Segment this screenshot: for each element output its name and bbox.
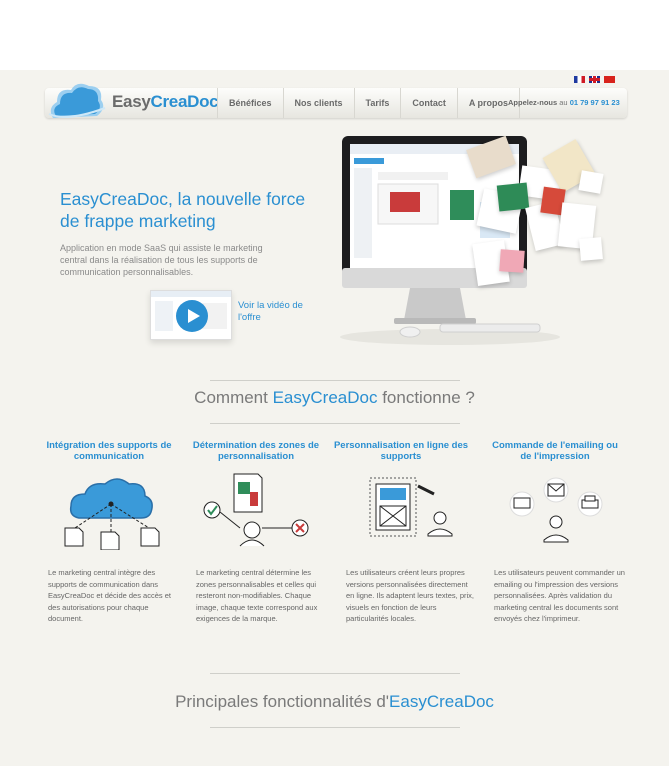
step-1-text: Le marketing central intègre des support… (48, 568, 171, 623)
nav-item-tarifs[interactable]: Tarifs (353, 88, 401, 118)
step-1-title: Intégration des supports de communicatio… (46, 440, 172, 462)
hero-title: EasyCreaDoc, la nouvelle force de frappe… (60, 189, 306, 231)
video-link[interactable]: Voir la vidéo de l'offre (238, 300, 308, 324)
phone-number[interactable]: 01 79 97 91 23 (570, 98, 620, 107)
hero-description: Application en mode SaaS qui assiste le … (60, 243, 263, 277)
brand-logo[interactable]: EasyCreaDoc (112, 92, 219, 112)
features-top-divider (210, 673, 460, 674)
how-title-pre: Comment (194, 388, 273, 407)
online-customization-icon (369, 477, 453, 537)
step-2-title: Détermination des zones de personnalisat… (192, 440, 320, 462)
flyer-11 (499, 249, 525, 273)
flag-cn-icon[interactable] (604, 76, 615, 83)
step-3-text: Les utilisateurs créent leurs propres ve… (346, 568, 474, 623)
flyer-4 (578, 170, 604, 194)
how-title-accent: EasyCreaDoc (272, 388, 378, 407)
features-title: Principales fonctionnalités d'EasyCreaDo… (0, 692, 669, 712)
how-divider (210, 423, 460, 424)
language-switcher (574, 76, 615, 83)
cloud-logo-icon[interactable] (47, 78, 107, 124)
main-nav: Bénéfices Nos clients Tarifs Contact A p… (217, 88, 521, 118)
phone-label: Appelez-nous (508, 98, 558, 107)
brand-part1: Easy (112, 92, 151, 111)
play-icon[interactable] (175, 299, 209, 333)
features-title-pre: Principales fonctionnalités d' (175, 692, 390, 711)
flyer-12 (579, 237, 603, 261)
how-title: Comment EasyCreaDoc fonctionne ? (0, 388, 669, 408)
step-4-text: Les utilisateurs peuvent commander un em… (494, 568, 625, 623)
brand-part2: CreaDoc (150, 92, 219, 111)
cloud-upload-icon (64, 478, 160, 550)
video-thumbnail[interactable] (150, 290, 232, 340)
zones-definition-icon (203, 473, 309, 547)
how-title-post: fonctionne ? (377, 388, 475, 407)
nav-item-benefices[interactable]: Bénéfices (217, 88, 283, 118)
step-2-text: Le marketing central détermine les zones… (196, 568, 318, 623)
phone-sep: au (559, 98, 568, 107)
phone-contact: Appelez-nous au 01 79 97 91 23 (508, 98, 620, 107)
hero-illustration (330, 132, 620, 347)
features-divider (210, 727, 460, 728)
features-title-accent: EasyCreaDoc (389, 692, 494, 711)
nav-item-contact[interactable]: Contact (400, 88, 457, 118)
flyer-6 (496, 182, 530, 212)
step-3-title: Personnalisation en ligne des supports (333, 440, 469, 462)
flag-uk-icon[interactable] (589, 76, 600, 83)
nav-item-nos-clients[interactable]: Nos clients (282, 88, 354, 118)
flag-fr-icon[interactable] (574, 76, 585, 83)
email-print-order-icon (509, 477, 603, 543)
step-4-title: Commande de l'emailing ou de l'impressio… (492, 440, 618, 462)
hero-divider (210, 380, 460, 381)
